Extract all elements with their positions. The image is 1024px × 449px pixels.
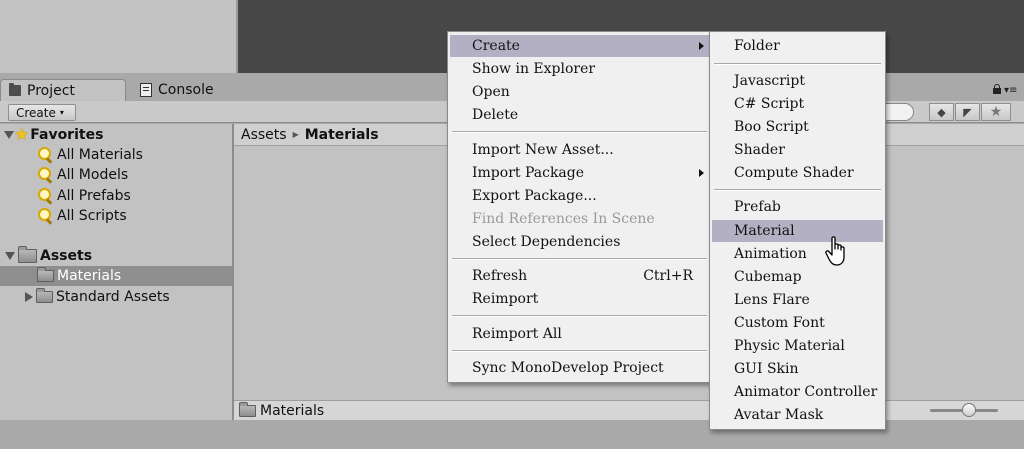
submenu-item-javascript[interactable]: Javascript: [712, 70, 883, 92]
dropdown-arrow-icon: ▾: [59, 108, 64, 117]
expand-arrow-icon[interactable]: [4, 131, 14, 139]
star-icon: ★: [989, 104, 1003, 120]
lock-icon[interactable]: [992, 84, 1002, 94]
shortcut-label: Ctrl+R: [643, 268, 693, 284]
folder-icon: [239, 401, 256, 417]
breadcrumb-current[interactable]: Materials: [305, 127, 379, 143]
menu-separator: [452, 350, 707, 352]
console-icon: [140, 83, 152, 97]
menu-item-refresh[interactable]: Refresh Ctrl+R: [450, 265, 709, 287]
expand-arrow-icon[interactable]: [25, 292, 33, 302]
search-icon: [37, 188, 53, 204]
filter-by-type-button[interactable]: ◆: [929, 103, 954, 121]
submenu-item-lens-flare[interactable]: Lens Flare: [712, 289, 883, 311]
context-menu: Create Show in Explorer Open Delete Impo…: [447, 31, 712, 383]
breadcrumb-separator-icon: ▶: [292, 130, 299, 139]
submenu-item-folder[interactable]: Folder: [712, 35, 883, 57]
tree-item-all-models[interactable]: All Models: [0, 165, 269, 185]
tree-item-standard-assets[interactable]: Standard Assets: [0, 287, 257, 307]
submenu-item-prefab[interactable]: Prefab: [712, 196, 883, 218]
tree-label: All Prefabs: [57, 188, 131, 204]
create-submenu: Folder Javascript C# Script Boo Script S…: [709, 31, 886, 430]
submenu-item-material[interactable]: Material: [712, 220, 883, 242]
tree-item-all-materials[interactable]: All Materials: [0, 145, 269, 165]
submenu-item-animation[interactable]: Animation: [712, 243, 883, 265]
submenu-arrow-icon: [699, 42, 704, 50]
tree-item-all-scripts[interactable]: All Scripts: [0, 206, 269, 226]
star-icon: ★: [14, 124, 30, 145]
tree-label: Materials: [57, 268, 122, 284]
menu-separator: [452, 258, 707, 260]
menu-item-show-in-explorer[interactable]: Show in Explorer: [450, 58, 709, 80]
submenu-item-custom-font[interactable]: Custom Font: [712, 312, 883, 334]
menu-item-create[interactable]: Create: [450, 35, 709, 57]
top-left-panel: [0, 0, 236, 73]
search-icon: [37, 167, 53, 183]
menu-item-import-package[interactable]: Import Package: [450, 162, 709, 184]
save-search-button[interactable]: ★: [981, 103, 1011, 121]
menu-item-sync-monodevelop[interactable]: Sync MonoDevelop Project: [450, 357, 709, 379]
status-bar: Materials: [234, 400, 1024, 420]
folder-icon: [9, 83, 21, 96]
submenu-item-boo-script[interactable]: Boo Script: [712, 116, 883, 138]
search-icon: [37, 147, 53, 163]
menu-item-export-package[interactable]: Export Package...: [450, 185, 709, 207]
submenu-item-compute-shader[interactable]: Compute Shader: [712, 162, 883, 184]
tree-label: Standard Assets: [56, 289, 170, 305]
folder-icon: [36, 288, 53, 303]
menu-item-reimport-all[interactable]: Reimport All: [450, 323, 709, 345]
submenu-item-physic-material[interactable]: Physic Material: [712, 335, 883, 357]
breadcrumb-root[interactable]: Assets: [241, 127, 287, 143]
submenu-item-avatar-mask[interactable]: Avatar Mask: [712, 404, 883, 426]
menu-item-select-dependencies[interactable]: Select Dependencies: [450, 231, 709, 253]
filter-by-label-button[interactable]: ◤: [955, 103, 980, 121]
menu-separator: [714, 189, 881, 191]
submenu-item-shader[interactable]: Shader: [712, 139, 883, 161]
tab-project[interactable]: Project: [0, 79, 126, 101]
menu-item-delete[interactable]: Delete: [450, 104, 709, 126]
submenu-item-csharp-script[interactable]: C# Script: [712, 93, 883, 115]
shapes-icon: ◆: [937, 105, 946, 119]
menu-separator: [452, 315, 707, 317]
tab-project-label: Project: [27, 82, 75, 99]
tree-label: All Materials: [57, 147, 143, 163]
tree-item-materials[interactable]: Materials: [0, 266, 269, 286]
submenu-item-cubemap[interactable]: Cubemap: [712, 266, 883, 288]
search-icon: [37, 208, 53, 224]
tree-label: Favorites: [30, 127, 104, 143]
menu-item-find-references: Find References In Scene: [472, 211, 655, 227]
submenu-item-gui-skin[interactable]: GUI Skin: [712, 358, 883, 380]
submenu-arrow-icon: [699, 169, 704, 177]
tree-label: All Models: [57, 167, 129, 183]
folder-icon: [37, 267, 54, 282]
folder-tree-panel: ★ Favorites All Materials All Models All…: [0, 124, 269, 420]
tag-icon: ◤: [963, 105, 972, 119]
tree-label: All Scripts: [57, 208, 127, 224]
panel-menu-icon[interactable]: ▾≡: [1004, 86, 1018, 96]
tree-item-all-prefabs[interactable]: All Prefabs: [0, 186, 269, 206]
menu-item-open[interactable]: Open: [450, 81, 709, 103]
tab-console[interactable]: Console: [132, 79, 242, 101]
tab-console-label: Console: [158, 82, 214, 98]
status-path: Materials: [260, 402, 325, 419]
expand-arrow-icon[interactable]: [5, 252, 15, 260]
tree-assets[interactable]: Assets: [0, 246, 232, 266]
submenu-item-animator-controller[interactable]: Animator Controller: [712, 381, 883, 403]
tree-favorites[interactable]: ★ Favorites: [0, 125, 232, 145]
slider-thumb[interactable]: [962, 403, 976, 417]
menu-separator: [452, 131, 707, 133]
hand-cursor-icon: [825, 236, 845, 266]
tree-label: Assets: [40, 248, 93, 264]
create-button-label: Create: [16, 105, 56, 120]
create-button[interactable]: Create ▾: [8, 104, 76, 121]
folder-icon: [18, 246, 37, 263]
menu-item-reimport[interactable]: Reimport: [450, 288, 709, 310]
menu-separator: [714, 63, 881, 65]
menu-item-import-new-asset[interactable]: Import New Asset...: [450, 139, 709, 161]
